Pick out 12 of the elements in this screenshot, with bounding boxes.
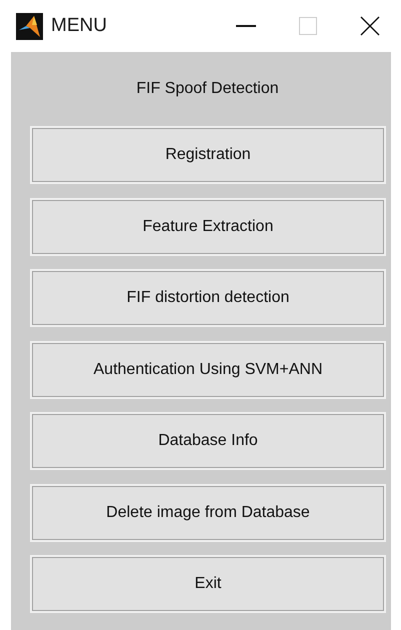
menu-button[interactable]: Exit bbox=[30, 555, 386, 613]
menu-button[interactable]: Database Info bbox=[30, 412, 386, 470]
panel-heading: FIF Spoof Detection bbox=[136, 79, 279, 99]
app-logo-icon bbox=[16, 12, 43, 40]
window-title: MENU bbox=[51, 14, 107, 38]
menu-button[interactable]: Authentication Using SVM+ANN bbox=[30, 340, 386, 398]
menu-button[interactable]: FIF distortion detection bbox=[30, 269, 386, 327]
close-icon[interactable] bbox=[360, 16, 380, 36]
menu-button[interactable]: Delete image from Database bbox=[30, 484, 386, 542]
minimize-icon[interactable] bbox=[236, 24, 256, 28]
menu-button[interactable]: Registration bbox=[30, 126, 386, 184]
menu-button[interactable]: Feature Extraction bbox=[30, 198, 386, 256]
